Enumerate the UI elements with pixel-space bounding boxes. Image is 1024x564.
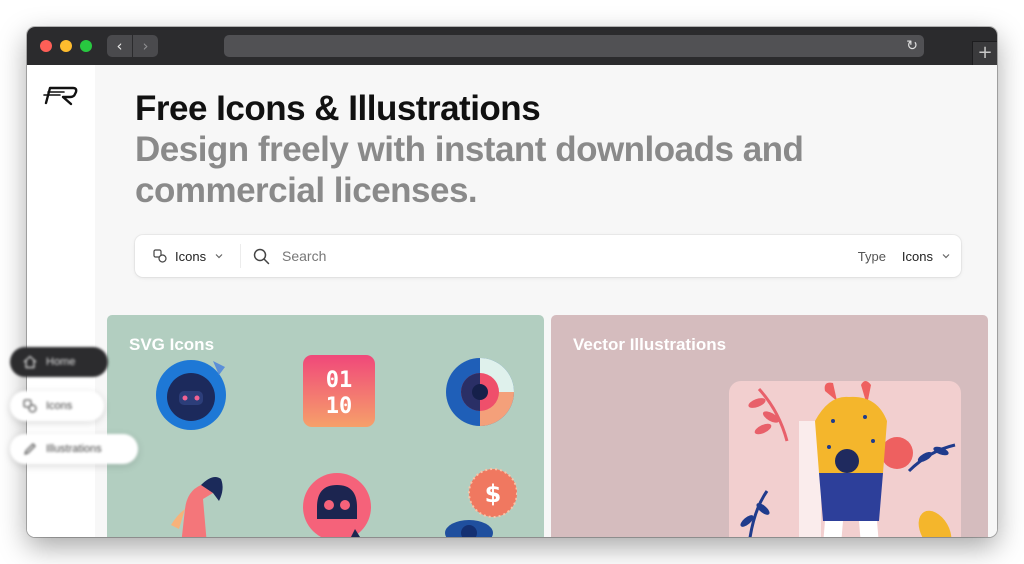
search-input[interactable] xyxy=(280,247,784,265)
brand-logo-icon[interactable] xyxy=(43,85,79,107)
target-chart-icon xyxy=(446,358,514,426)
nav-illustrations-button[interactable]: Illustrations xyxy=(10,434,138,464)
back-button[interactable]: ‹ xyxy=(107,35,132,57)
type-value: Icons xyxy=(901,248,933,264)
type-label: Type xyxy=(857,248,886,264)
search-divider xyxy=(240,244,241,268)
zoom-window-button[interactable] xyxy=(80,40,92,52)
hero-subtitle: Design freely with instant downloads and… xyxy=(135,130,804,210)
address-bar[interactable]: ↻ xyxy=(224,35,924,57)
search-field[interactable] xyxy=(253,235,784,277)
vector-illustrations-card-title: Vector Illustrations xyxy=(573,335,727,354)
new-tab-button[interactable]: + xyxy=(972,41,997,66)
skull-icon xyxy=(303,473,371,537)
page-content: Free Icons & Illustrations Design freely… xyxy=(27,65,997,537)
vector-illustrations-card[interactable]: Vector Illustrations xyxy=(551,315,988,537)
search-bar: Icons Type Icons xyxy=(135,235,961,277)
home-icon xyxy=(23,355,37,369)
browser-window: ‹ › ↻ + Free Icons & Illustrations Desig… xyxy=(27,27,997,537)
nav-icons-label: Icons xyxy=(46,400,73,412)
nav-home-label: Home xyxy=(46,356,76,368)
close-window-button[interactable] xyxy=(40,40,52,52)
icons-category-icon xyxy=(153,249,167,263)
type-dropdown[interactable]: Icons xyxy=(902,249,951,264)
svg-icons-card-title: SVG Icons xyxy=(129,335,215,354)
svg-text:$: $ xyxy=(485,480,502,508)
icons-icon xyxy=(23,399,37,413)
browser-titlebar: ‹ › ↻ + xyxy=(27,27,997,66)
hero-title: Free Icons & Illustrations xyxy=(135,89,541,128)
category-dropdown[interactable]: Icons xyxy=(153,235,224,277)
dollar-coin-icon: $ xyxy=(445,468,517,537)
sidebar xyxy=(27,65,95,537)
svg-text:10: 10 xyxy=(326,394,353,419)
minimize-window-button[interactable] xyxy=(60,40,72,52)
robot-icon xyxy=(156,360,226,430)
nav-illustrations-label: Illustrations xyxy=(46,443,102,455)
nav-icons-button[interactable]: Icons xyxy=(10,391,104,421)
svg-text:01: 01 xyxy=(326,368,353,393)
horse-icon xyxy=(171,477,223,537)
nav-home-button[interactable]: Home xyxy=(10,347,108,377)
chevron-down-icon xyxy=(215,254,223,259)
chevron-down-icon xyxy=(942,254,950,259)
type-filter: Type Icons xyxy=(858,235,951,277)
search-icon xyxy=(253,248,270,264)
illustration-preview xyxy=(729,381,961,537)
reload-icon[interactable]: ↻ xyxy=(906,35,918,57)
pencil-icon xyxy=(24,443,36,455)
category-label: Icons xyxy=(175,248,207,264)
main-area: Free Icons & Illustrations Design freely… xyxy=(95,65,997,537)
binary-code-icon: 01 10 xyxy=(303,355,375,427)
svg-icons-card[interactable]: SVG Icons 01 10 $ xyxy=(107,315,544,537)
forward-button[interactable]: › xyxy=(133,35,158,57)
